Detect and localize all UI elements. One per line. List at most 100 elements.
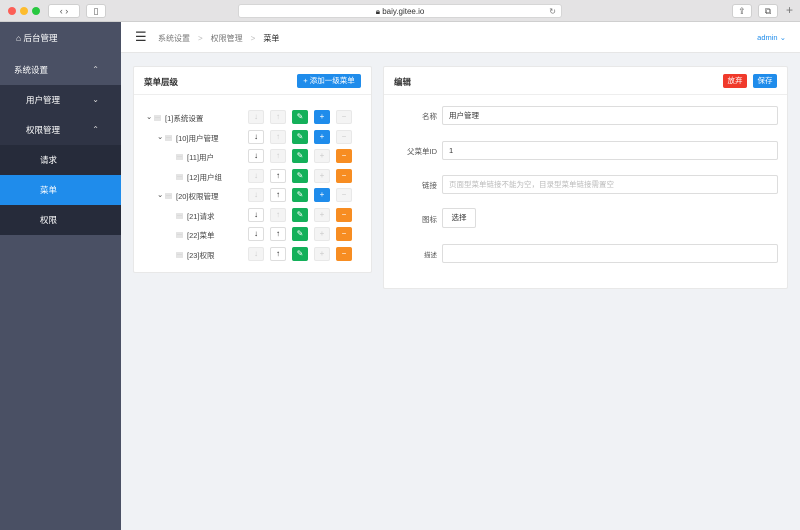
up-button[interactable]: ↑ xyxy=(270,207,286,222)
expand-chevron-icon[interactable]: ⌄ xyxy=(146,112,152,121)
remove-button[interactable]: − xyxy=(336,129,352,144)
up-button[interactable]: ↑ xyxy=(270,149,286,163)
parent-id-label: 父菜单ID xyxy=(407,147,437,156)
up-button[interactable]: ↑ xyxy=(270,246,286,261)
remove-button[interactable]: − xyxy=(336,149,352,163)
down-button[interactable]: ↓ xyxy=(248,168,264,183)
breadcrumb-item[interactable]: 系统设置 xyxy=(158,34,190,43)
breadcrumb-separator: > xyxy=(250,34,256,43)
new-tab-icon[interactable]: + xyxy=(786,3,793,17)
expand-chevron-icon[interactable]: ⌄ xyxy=(157,132,163,141)
edit-button[interactable]: ✎ xyxy=(292,207,308,222)
close-window-icon[interactable] xyxy=(8,7,16,15)
edit-button[interactable]: ✎ xyxy=(292,227,308,241)
tree-node: ▤ [23]权限 ↓ ↑ ✎ + − xyxy=(134,246,372,262)
brand-label: 后台管理 xyxy=(23,33,58,43)
checkbox[interactable]: ▤ xyxy=(176,230,183,239)
sidebar-item-user-management[interactable]: 用户管理 ⌄ xyxy=(0,85,121,115)
address-bar[interactable]: 🔒︎ baiy.gitee.io ↻ xyxy=(238,4,562,18)
up-button[interactable]: ↑ xyxy=(270,129,286,144)
down-button[interactable]: ↓ xyxy=(248,188,264,202)
expand-chevron-icon[interactable]: ⌄ xyxy=(157,190,163,199)
choose-icon-button[interactable]: 选择 xyxy=(442,208,476,228)
remove-button[interactable]: − xyxy=(336,110,352,124)
edit-button[interactable]: ✎ xyxy=(292,149,308,163)
down-button[interactable]: ↓ xyxy=(248,246,264,261)
icon-label: 图标 xyxy=(422,215,437,224)
edit-button[interactable]: ✎ xyxy=(292,129,308,144)
down-button[interactable]: ↓ xyxy=(248,110,264,124)
down-button[interactable]: ↓ xyxy=(248,149,264,163)
node-label[interactable]: [22]菜单 xyxy=(187,230,215,241)
add-button[interactable]: + xyxy=(314,168,330,183)
sidebar-item-permission-management[interactable]: 权限管理 ⌃ xyxy=(0,115,121,145)
add-button[interactable]: + xyxy=(314,207,330,222)
checkbox[interactable]: ▤ xyxy=(176,250,183,259)
edit-button[interactable]: ✎ xyxy=(292,188,308,202)
node-label[interactable]: [1]系统设置 xyxy=(165,113,203,124)
node-label[interactable]: [23]权限 xyxy=(187,250,215,261)
sidebar-item-menu[interactable]: 菜单 xyxy=(0,175,121,205)
node-label[interactable]: [12]用户组 xyxy=(187,172,222,183)
add-button[interactable]: + xyxy=(314,246,330,261)
user-menu[interactable]: admin ⌄ xyxy=(757,33,786,42)
checkbox[interactable]: ▤ xyxy=(176,152,183,161)
edit-button[interactable]: ✎ xyxy=(292,110,308,124)
remove-button[interactable]: − xyxy=(336,168,352,183)
tree-node: ▤ [11]用户 ↓ ↑ ✎ + − xyxy=(134,148,372,164)
back-forward-buttons[interactable]: ‹ › xyxy=(48,4,80,18)
node-label[interactable]: [11]用户 xyxy=(187,152,214,163)
remove-button[interactable]: − xyxy=(336,227,352,241)
edit-button[interactable]: ✎ xyxy=(292,168,308,183)
remove-button[interactable]: − xyxy=(336,207,352,222)
save-button[interactable]: 保存 xyxy=(753,74,777,88)
tabs-icon[interactable]: ⧉ xyxy=(758,4,778,18)
reload-icon[interactable]: ↻ xyxy=(549,5,556,18)
breadcrumb-current: 菜单 xyxy=(263,34,280,43)
sidebar-item-requests[interactable]: 请求 xyxy=(0,145,121,175)
checkbox[interactable]: ▤ xyxy=(154,113,161,122)
link-label: 链接 xyxy=(422,181,437,190)
checkbox[interactable]: ▤ xyxy=(176,172,183,181)
chevron-down-icon: ⌄ xyxy=(779,33,786,42)
add-button[interactable]: + xyxy=(314,149,330,163)
checkbox[interactable]: ▤ xyxy=(165,191,172,200)
down-button[interactable]: ↓ xyxy=(248,227,264,241)
add-root-menu-button[interactable]: + 添加一级菜单 xyxy=(297,74,361,88)
add-button[interactable]: + xyxy=(314,188,330,202)
breadcrumb-item[interactable]: 权限管理 xyxy=(211,34,243,43)
add-button[interactable]: + xyxy=(314,227,330,241)
sidebar-brand[interactable]: ⌂ 后台管理 xyxy=(0,22,121,55)
node-label[interactable]: [20]权限管理 xyxy=(176,191,219,202)
add-button[interactable]: + xyxy=(314,110,330,124)
node-label[interactable]: [10]用户管理 xyxy=(176,133,219,144)
description-input[interactable] xyxy=(442,244,778,263)
minimize-window-icon[interactable] xyxy=(20,7,28,15)
up-button[interactable]: ↑ xyxy=(270,168,286,183)
card-title: 编辑 xyxy=(394,77,412,87)
remove-button[interactable]: − xyxy=(336,188,352,202)
up-button[interactable]: ↑ xyxy=(270,110,286,124)
checkbox[interactable]: ▤ xyxy=(176,211,183,220)
node-label[interactable]: [21]请求 xyxy=(187,211,215,222)
add-button[interactable]: + xyxy=(314,129,330,144)
up-button[interactable]: ↑ xyxy=(270,227,286,241)
down-button[interactable]: ↓ xyxy=(248,129,264,144)
sidebar-toggle-icon[interactable]: ▯ xyxy=(86,4,106,18)
edit-button[interactable]: ✎ xyxy=(292,246,308,261)
sidebar-item-permissions[interactable]: 权限 xyxy=(0,205,121,235)
down-button[interactable]: ↓ xyxy=(248,207,264,222)
maximize-window-icon[interactable] xyxy=(32,7,40,15)
name-input[interactable]: 用户管理 xyxy=(442,106,778,125)
checkbox[interactable]: ▤ xyxy=(165,133,172,142)
share-icon[interactable]: ⇪ xyxy=(732,4,752,18)
hamburger-menu-icon[interactable]: ☰ xyxy=(135,30,147,43)
parent-id-input[interactable]: 1 xyxy=(442,141,778,160)
sidebar-item-system-settings[interactable]: 系统设置 ⌃ xyxy=(0,55,121,85)
item-label: 系统设置 xyxy=(14,65,49,75)
remove-button[interactable]: − xyxy=(336,246,352,261)
link-input[interactable]: 页面型菜单链接不能为空，目录型菜单链接需置空 xyxy=(442,175,778,194)
up-button[interactable]: ↑ xyxy=(270,188,286,202)
discard-button[interactable]: 放弃 xyxy=(723,74,747,88)
username: admin xyxy=(757,33,778,42)
